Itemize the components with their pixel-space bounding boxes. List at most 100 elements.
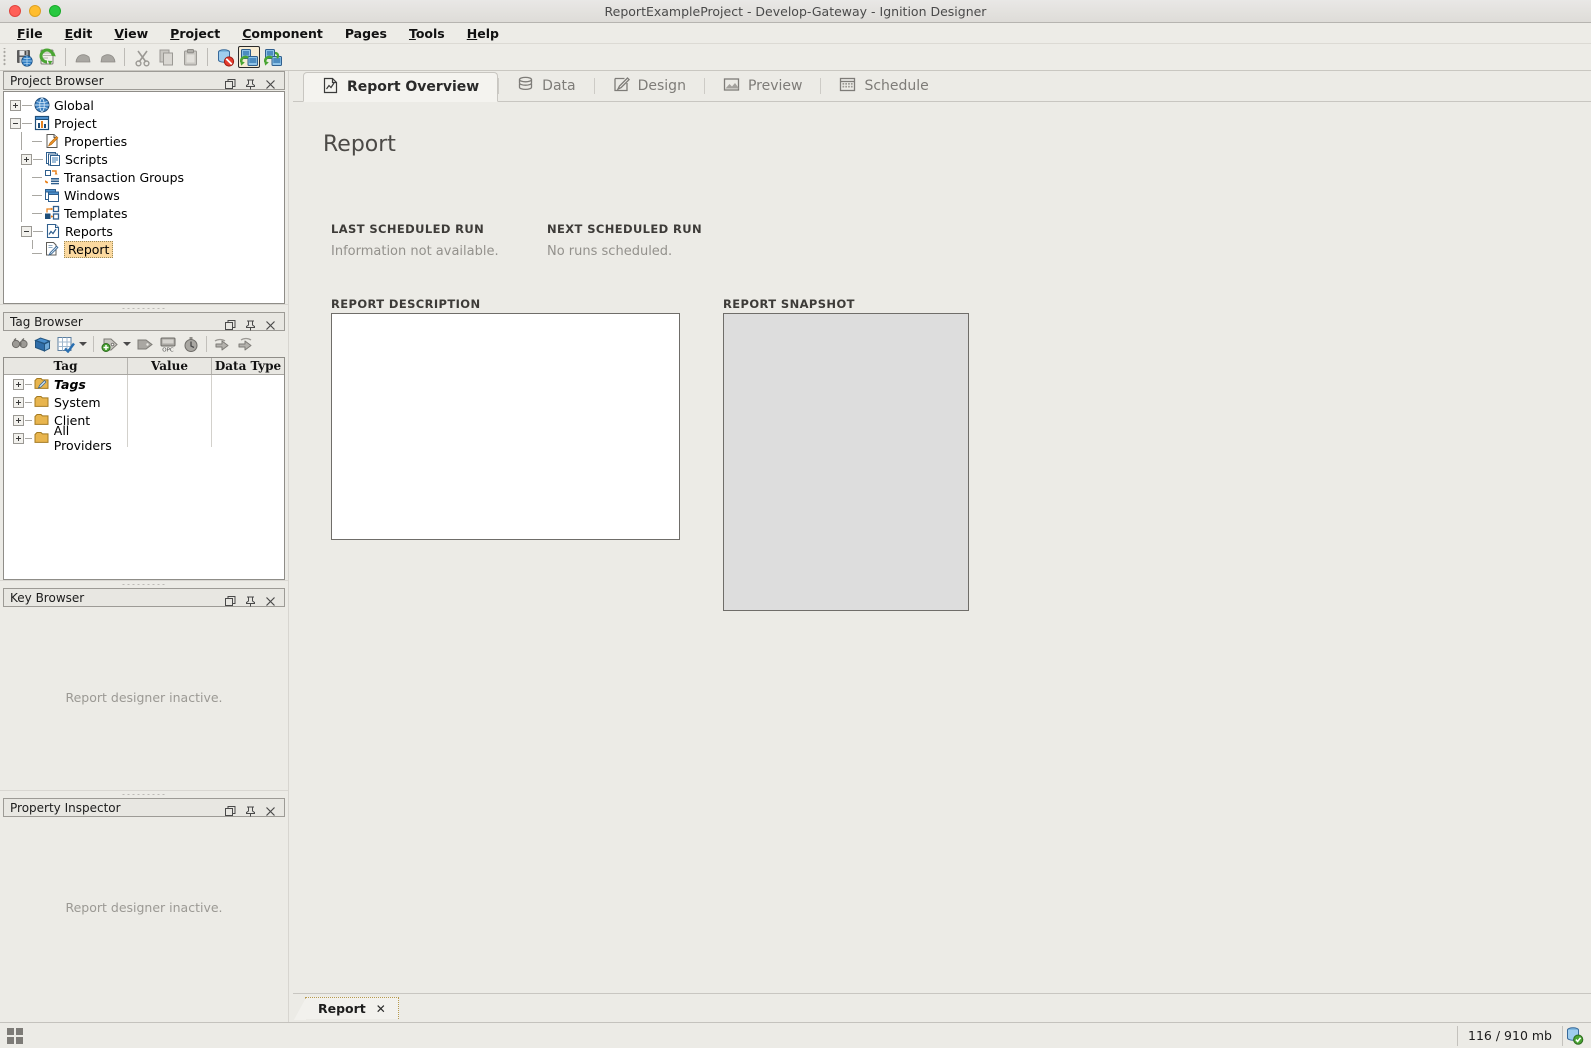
close-icon[interactable]	[265, 592, 276, 603]
report-item-icon	[44, 241, 60, 257]
tag-browser-header: Tag Browser	[3, 312, 285, 331]
maximize-window-button[interactable]	[49, 5, 61, 17]
tree-node-windows[interactable]: Windows	[4, 186, 284, 204]
close-icon[interactable]	[265, 316, 276, 327]
comm-read-only-icon[interactable]	[238, 46, 260, 68]
collapse-toggle-icon[interactable]	[10, 118, 21, 129]
pin-icon[interactable]	[245, 316, 256, 327]
cut-icon[interactable]	[131, 46, 153, 68]
report-snapshot-box[interactable]	[723, 313, 969, 611]
tab-schedule[interactable]: Schedule	[821, 71, 946, 101]
menu-pages[interactable]: Pages	[334, 23, 398, 44]
panel-splitter[interactable]	[0, 790, 288, 798]
menu-edit[interactable]: Edit	[54, 23, 104, 44]
tree-node-properties[interactable]: Properties	[4, 132, 284, 150]
project-browser-tree[interactable]: Global	[3, 91, 285, 304]
menu-project[interactable]: Project	[159, 23, 231, 44]
image-preview-icon	[723, 76, 740, 97]
menu-file[interactable]: File	[6, 23, 54, 44]
menu-help[interactable]: Help	[456, 23, 510, 44]
paste-icon[interactable]	[179, 46, 201, 68]
comm-read-write-icon[interactable]	[262, 46, 284, 68]
tag-browse-icon[interactable]	[31, 333, 54, 355]
float-icon[interactable]	[225, 592, 236, 603]
tab-preview[interactable]: Preview	[705, 71, 821, 101]
import-tags-icon[interactable]	[211, 333, 234, 355]
document-tab-label: Report	[318, 1001, 366, 1016]
pin-icon[interactable]	[245, 592, 256, 603]
find-replace-icon[interactable]	[8, 333, 31, 355]
tab-data[interactable]: Data	[499, 71, 593, 101]
tree-node-templates[interactable]: Templates	[4, 204, 284, 222]
gateway-connected-icon[interactable]	[1563, 1025, 1585, 1047]
tag-edit-icon[interactable]	[54, 333, 77, 355]
value-column-header[interactable]: Value	[128, 358, 212, 374]
undo-icon[interactable]	[72, 46, 94, 68]
publish-update-icon[interactable]	[37, 46, 59, 68]
save-icon[interactable]	[13, 46, 35, 68]
memory-usage[interactable]: 116 / 910 mb	[1457, 1026, 1563, 1046]
window-controls	[0, 5, 61, 17]
history-tag-icon[interactable]	[179, 333, 202, 355]
minimize-window-button[interactable]	[29, 5, 41, 17]
project-icon	[34, 115, 50, 131]
redo-icon[interactable]	[96, 46, 118, 68]
document-tab-report[interactable]: Report ✕	[305, 997, 399, 1019]
expand-toggle-icon[interactable]	[10, 100, 21, 111]
tree-node-report[interactable]: Report	[4, 240, 284, 258]
datatype-column-header[interactable]: Data Type	[212, 358, 284, 374]
table-row[interactable]: Tags	[4, 375, 284, 393]
key-browser-message: Report designer inactive.	[0, 690, 288, 705]
tree-node-scripts[interactable]: Scripts	[4, 150, 284, 168]
next-scheduled-run-label: NEXT SCHEDULED RUN	[547, 222, 702, 236]
tag-group-icon[interactable]	[133, 333, 156, 355]
close-icon[interactable]: ✕	[376, 1003, 386, 1015]
tab-report-overview[interactable]: Report Overview	[303, 72, 498, 102]
float-icon[interactable]	[225, 316, 236, 327]
copy-icon[interactable]	[155, 46, 177, 68]
toolbar-drag-handle[interactable]	[2, 48, 9, 66]
apps-grid-icon[interactable]	[7, 1028, 23, 1044]
tree-node-project[interactable]: Project	[4, 114, 284, 132]
menu-tools[interactable]: Tools	[398, 23, 456, 44]
export-tags-icon[interactable]	[234, 333, 257, 355]
pin-icon[interactable]	[245, 802, 256, 813]
expand-toggle-icon[interactable]	[13, 379, 24, 390]
panel-splitter[interactable]	[0, 304, 288, 312]
float-icon[interactable]	[225, 802, 236, 813]
close-icon[interactable]	[265, 802, 276, 813]
new-tag-dropdown-icon[interactable]	[121, 333, 133, 355]
table-row[interactable]: System	[4, 393, 284, 411]
close-icon[interactable]	[265, 75, 276, 86]
expand-toggle-icon[interactable]	[21, 154, 32, 165]
page-title: Report	[323, 132, 396, 157]
new-tag-icon[interactable]	[98, 333, 121, 355]
expand-toggle-icon[interactable]	[13, 397, 24, 408]
table-row[interactable]: Client	[4, 411, 284, 429]
collapse-toggle-icon[interactable]	[21, 226, 32, 237]
tab-design[interactable]: Design	[595, 71, 704, 101]
next-scheduled-run-block: NEXT SCHEDULED RUN No runs scheduled.	[547, 222, 702, 259]
expand-toggle-icon[interactable]	[13, 415, 24, 426]
table-row[interactable]: All Providers	[4, 429, 284, 447]
tree-node-reports[interactable]: Reports	[4, 222, 284, 240]
tag-browser-table[interactable]: Tag Value Data Type	[3, 357, 285, 580]
opc-tag-icon[interactable]: OPC	[156, 333, 179, 355]
tree-node-transaction-groups[interactable]: Transaction Groups	[4, 168, 284, 186]
tag-value-cell	[128, 429, 212, 447]
tag-column-header[interactable]: Tag	[4, 358, 128, 374]
tree-node-global[interactable]: Global	[4, 96, 284, 114]
report-description-box[interactable]	[331, 313, 680, 540]
tree-label: Templates	[64, 206, 128, 221]
expand-toggle-icon[interactable]	[13, 433, 24, 444]
close-window-button[interactable]	[9, 5, 21, 17]
menu-component[interactable]: Component	[231, 23, 334, 44]
pin-icon[interactable]	[245, 75, 256, 86]
comm-off-icon[interactable]	[214, 46, 236, 68]
float-icon[interactable]	[225, 75, 236, 86]
folder-icon	[34, 412, 50, 428]
menu-view[interactable]: View	[103, 23, 159, 44]
tag-browse-dropdown-icon[interactable]	[77, 333, 89, 355]
tag-label: All Providers	[54, 423, 127, 453]
panel-splitter[interactable]	[0, 580, 288, 588]
